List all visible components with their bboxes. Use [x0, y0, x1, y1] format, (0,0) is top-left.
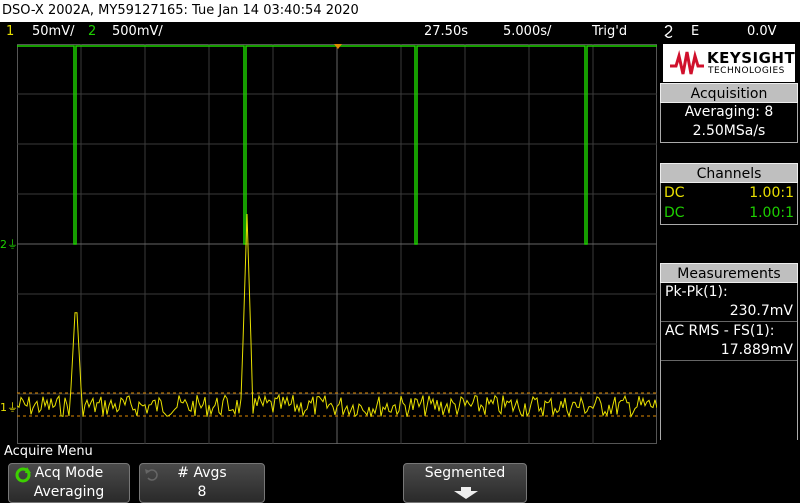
ch2-coupling: DC [664, 205, 685, 221]
time-scale[interactable]: 5.000s/ [503, 22, 551, 42]
sample-rate: 2.50MSa/s [692, 123, 766, 139]
keysight-logo: KEYSIGHT TECHNOLOGIES [663, 44, 795, 82]
trigger-state: Trig'd [592, 24, 628, 39]
ch1-coupling: DC [664, 185, 685, 201]
ch2-probe: 1.00:1 [749, 205, 794, 221]
measurements-panel[interactable]: Measurements Pk-Pk(1): 230.7mV AC RMS - … [660, 263, 798, 440]
ch2-number[interactable]: 2 [88, 22, 96, 42]
ch1-number[interactable]: 1 [6, 22, 14, 42]
softkey-bar: Acquire Menu Acq Mode Averaging # Avgs 8… [0, 444, 800, 503]
trigger-slope-icon: Ϩ [664, 24, 673, 39]
ch2-scale[interactable]: 500mV/ [112, 22, 163, 42]
channels-header: Channels [660, 163, 798, 183]
brand-name: KEYSIGHT [707, 49, 796, 67]
waveform-graticule [17, 44, 657, 444]
measurement-label-2: AC RMS - FS(1): [665, 323, 775, 339]
ch1-scale[interactable]: 50mV/ [32, 22, 74, 42]
acquisition-panel[interactable]: Acquisition Averaging: 8 2.50MSa/s [660, 83, 798, 143]
segmented-label: Segmented [424, 465, 506, 481]
center-axes [17, 44, 657, 444]
trigger-level[interactable]: 0.0V [747, 22, 777, 42]
keysight-wave-icon [670, 50, 704, 75]
acquisition-mode: Averaging: 8 [684, 104, 774, 120]
ch1-ground-marker[interactable]: 1⏚ [0, 399, 18, 415]
avgs-label: # Avgs [177, 465, 227, 481]
window-title: DSO-X 2002A, MY59127165: Tue Jan 14 03:4… [0, 0, 800, 22]
acquisition-header: Acquisition [660, 83, 798, 103]
down-arrow-icon [454, 487, 478, 499]
channel-row-1: DC 1.00:1 [661, 183, 797, 203]
measurement-label-1: Pk-Pk(1): [665, 284, 728, 300]
avgs-value: 8 [197, 484, 207, 500]
acq-mode-softkey[interactable]: Acq Mode Averaging [8, 463, 130, 503]
acq-mode-value: Averaging [33, 484, 105, 500]
segmented-softkey[interactable]: Segmented [403, 463, 527, 503]
avgs-softkey[interactable]: # Avgs 8 [139, 463, 265, 503]
waveform-display[interactable] [17, 44, 657, 444]
measurement-value-1: 230.7mV [661, 302, 797, 322]
measurement-value-2: 17.889mV [661, 341, 797, 361]
menu-title: Acquire Menu [4, 444, 93, 459]
channels-panel[interactable]: Channels DC 1.00:1 DC 1.00:1 [660, 163, 798, 225]
trigger-position-marker [334, 44, 342, 49]
acq-mode-label: Acq Mode [34, 465, 104, 481]
brand-sub: TECHNOLOGIES [708, 66, 785, 76]
channel-row-2: DC 1.00:1 [661, 203, 797, 223]
time-delay[interactable]: 27.50s [424, 22, 468, 42]
measurements-header: Measurements [660, 263, 798, 283]
status-bar: 1 50mV/ 2 500mV/ 27.50s 5.000s/ Trig'd Ϩ… [0, 22, 800, 42]
ch1-probe: 1.00:1 [749, 185, 794, 201]
trigger-source[interactable]: E [691, 22, 699, 42]
ch2-ground-marker[interactable]: 2⏚ [0, 236, 18, 252]
